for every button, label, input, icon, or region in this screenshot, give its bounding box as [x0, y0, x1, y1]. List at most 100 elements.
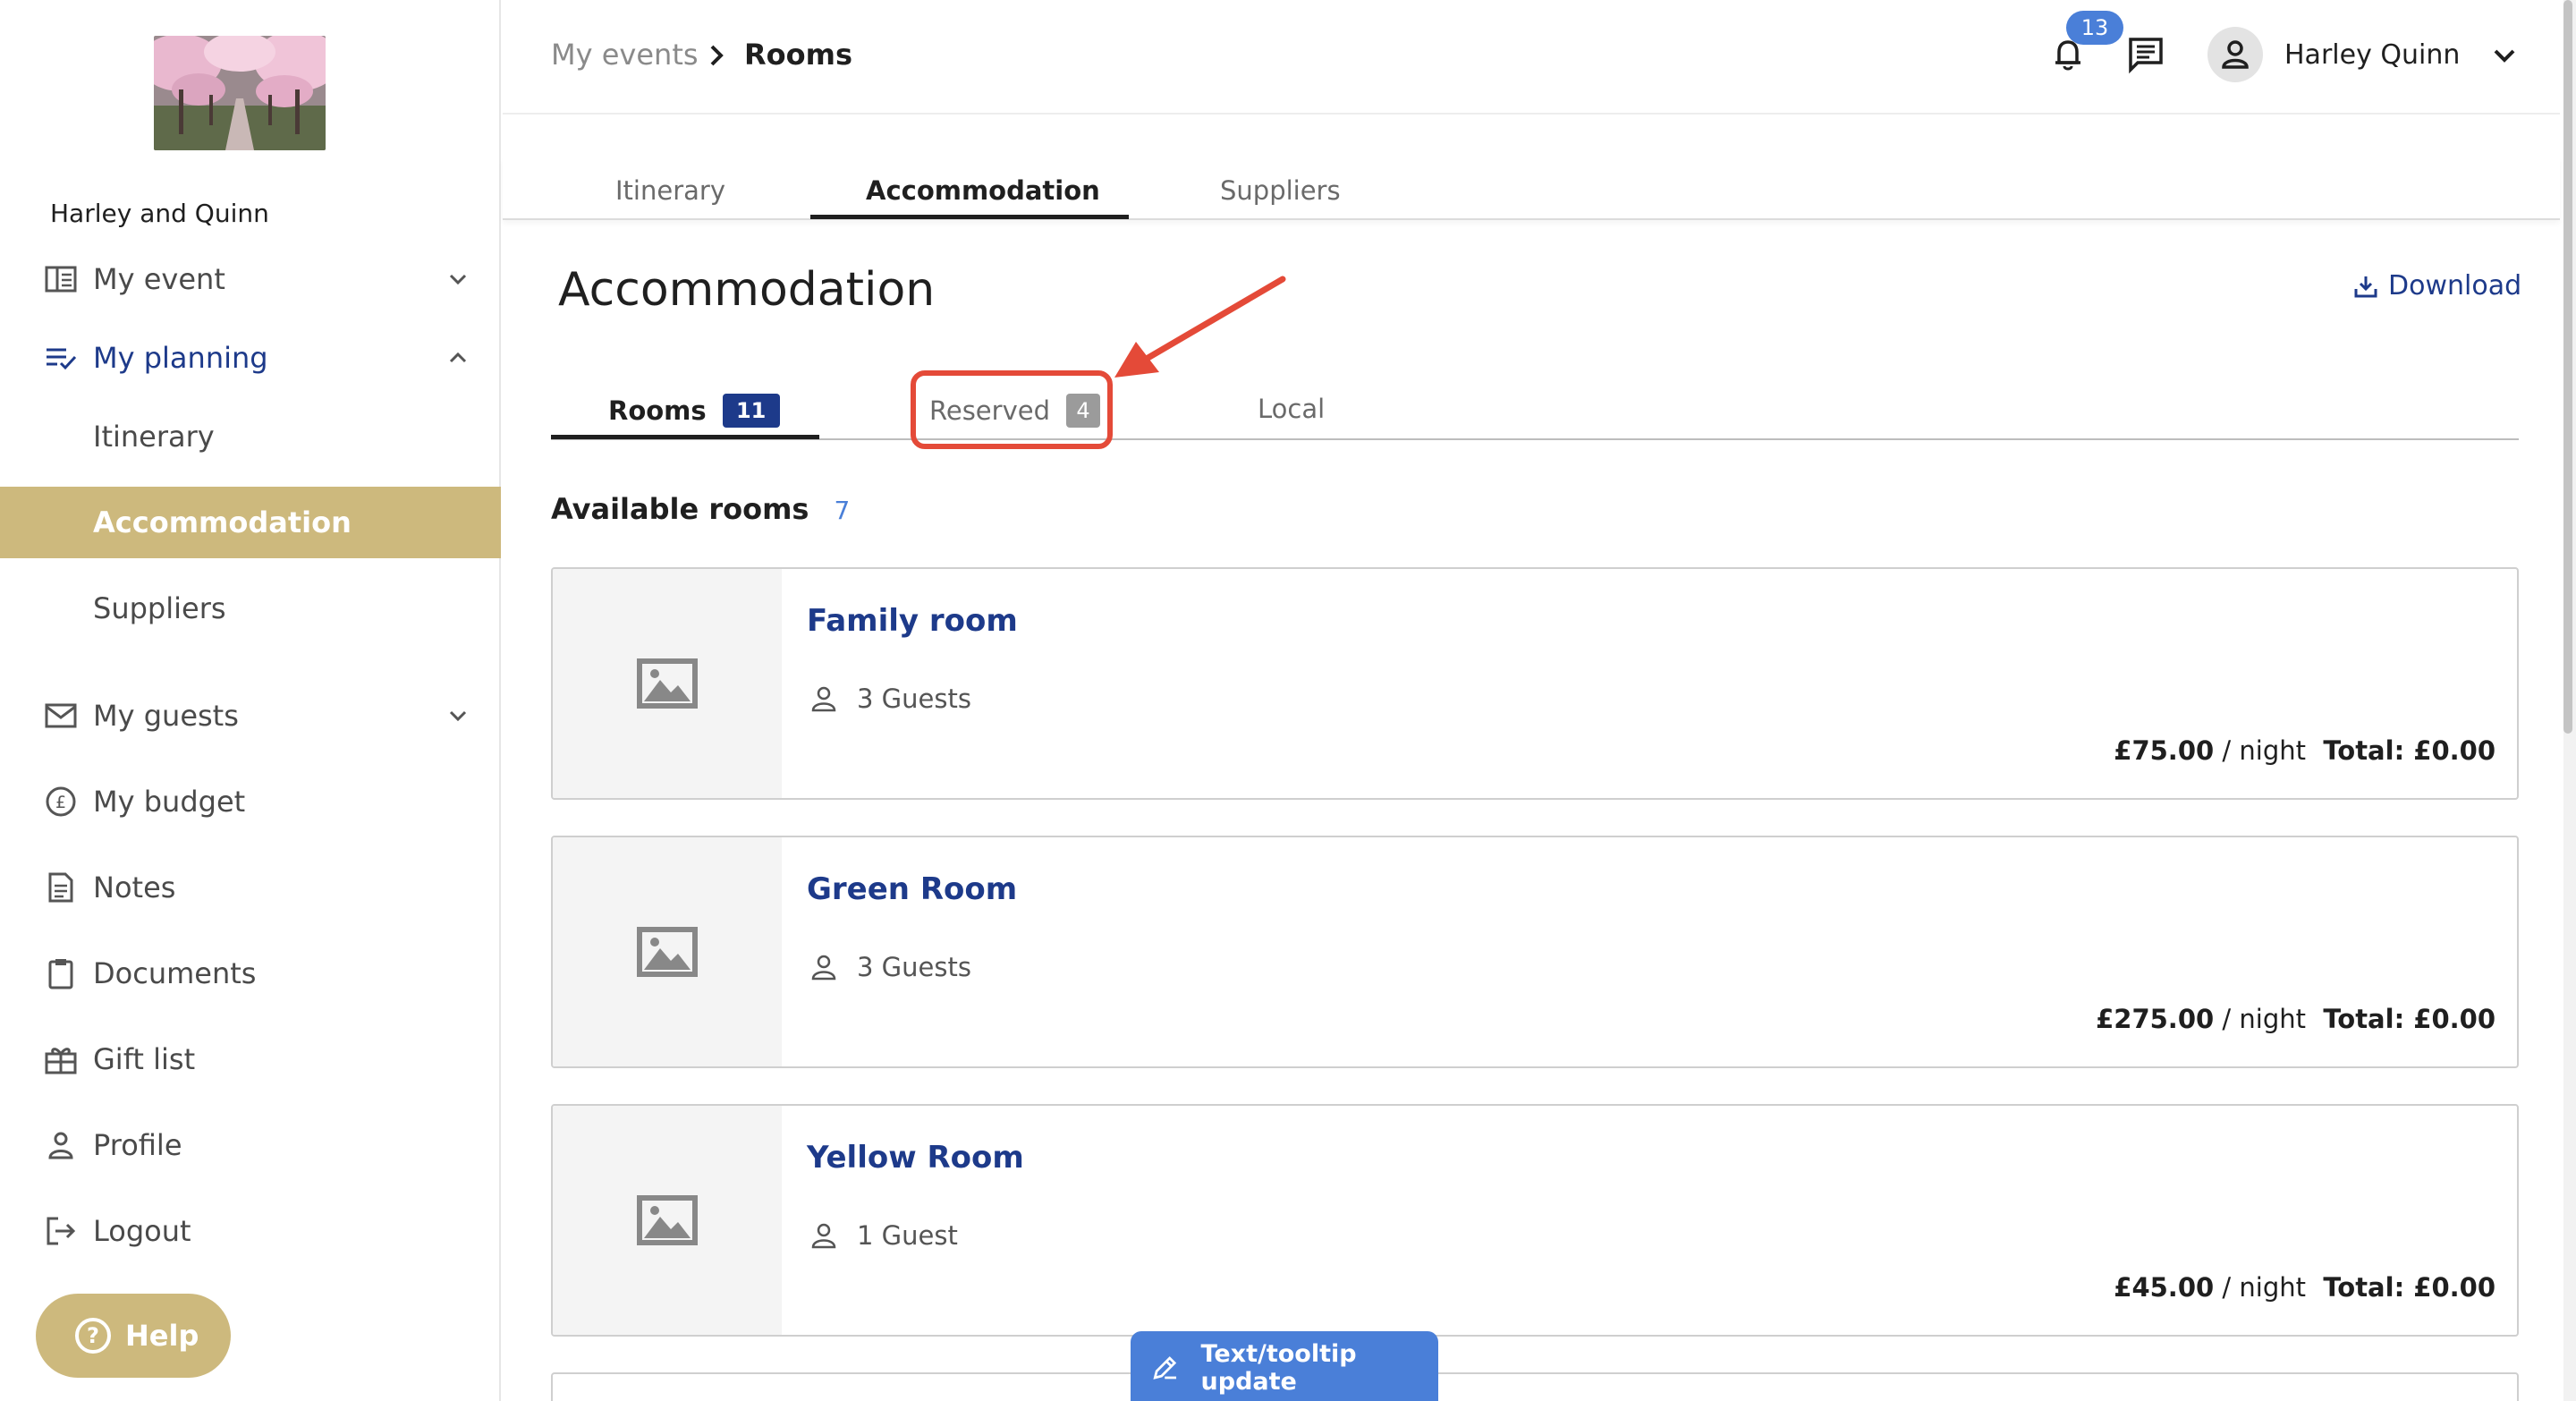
- person-icon: [811, 1223, 836, 1249]
- event-photo[interactable]: [154, 36, 326, 150]
- chevron-down-icon[interactable]: [2488, 39, 2521, 72]
- sidebar-item-label: Notes: [93, 870, 176, 904]
- chevron-down-icon[interactable]: [445, 267, 470, 292]
- rooms-count-badge: 11: [722, 394, 780, 428]
- text-tooltip-update-button[interactable]: Text/tooltip update: [1131, 1331, 1438, 1401]
- person-icon: [811, 955, 836, 981]
- room-card[interactable]: Green Room 3 Guests £275.00 / night Tota…: [551, 836, 2519, 1068]
- sidebar-subitem-suppliers[interactable]: Suppliers: [0, 573, 501, 644]
- sidebar-item-my-event[interactable]: My event: [0, 243, 501, 315]
- question-icon: ?: [75, 1318, 111, 1354]
- room-name[interactable]: Yellow Room: [807, 1140, 1024, 1176]
- tab-accommodation[interactable]: Accommodation: [866, 175, 1100, 206]
- room-price: £275.00 / night: [2096, 1004, 2306, 1034]
- sidebar: Harley and Quinn My event My planning It…: [0, 0, 501, 1401]
- active-tab-indicator: [810, 215, 1129, 219]
- breadcrumb-my-events[interactable]: My events: [551, 38, 699, 72]
- room-card[interactable]: Yellow Room 1 Guest £45.00 / night Total…: [551, 1104, 2519, 1337]
- note-icon: [43, 870, 79, 905]
- user-name[interactable]: Harley Quinn: [2284, 39, 2460, 71]
- price-value: £275.00: [2096, 1004, 2215, 1034]
- room-guests: 3 Guests: [810, 684, 971, 714]
- sidebar-item-logout[interactable]: Logout: [0, 1195, 501, 1267]
- sidebar-item-label: Gift list: [93, 1042, 196, 1076]
- sidebar-subitem-label: Itinerary: [93, 420, 215, 454]
- page-title: Accommodation: [558, 263, 936, 317]
- room-guests-label: 3 Guests: [857, 952, 971, 982]
- room-price: £75.00 / night: [2114, 735, 2306, 766]
- room-total: Total: £0.00: [2323, 1004, 2496, 1034]
- tab-rooms-label: Rooms: [608, 395, 707, 426]
- gift-icon: [43, 1041, 79, 1077]
- book-open-icon: [43, 261, 79, 297]
- sidebar-item-my-guests[interactable]: My guests: [0, 680, 501, 751]
- help-label: Help: [125, 1319, 199, 1353]
- sidebar-item-documents[interactable]: Documents: [0, 938, 501, 1009]
- help-button[interactable]: ? Help: [36, 1294, 231, 1378]
- download-icon: [2354, 276, 2377, 297]
- sidebar-item-notes[interactable]: Notes: [0, 852, 501, 923]
- sidebar-subitem-accommodation[interactable]: Accommodation: [0, 487, 501, 558]
- download-button[interactable]: Download: [2354, 270, 2521, 301]
- tab-rooms[interactable]: Rooms 11: [608, 394, 780, 428]
- envelope-icon: [43, 698, 79, 734]
- breadcrumb-rooms: Rooms: [744, 38, 852, 72]
- room-name[interactable]: Green Room: [807, 871, 1017, 907]
- sidebar-item-gift-list[interactable]: Gift list: [0, 1023, 501, 1095]
- active-subtab-indicator: [551, 435, 819, 439]
- price-unit: / night: [2222, 735, 2306, 766]
- room-card[interactable]: [551, 1372, 2519, 1401]
- room-sub-tabs: Rooms 11 Reserved 4 Local: [551, 376, 2519, 440]
- main-tabs: Itinerary Accommodation Suppliers: [503, 157, 2560, 220]
- sidebar-item-profile[interactable]: Profile: [0, 1109, 501, 1181]
- room-name[interactable]: Family room: [807, 603, 1018, 639]
- price-value: £75.00: [2114, 735, 2215, 766]
- room-price: £45.00 / night: [2114, 1272, 2306, 1303]
- room-guests: 1 Guest: [810, 1220, 958, 1251]
- image-placeholder-icon: [553, 837, 782, 1066]
- sidebar-item-label: My guests: [93, 699, 239, 733]
- chevron-up-icon[interactable]: [445, 345, 470, 370]
- sidebar-item-my-planning[interactable]: My planning: [0, 322, 501, 394]
- room-total: Total: £0.00: [2323, 1272, 2496, 1303]
- sidebar-item-label: My planning: [93, 341, 268, 375]
- sidebar-item-label: Logout: [93, 1214, 191, 1248]
- image-placeholder-icon: [553, 1106, 782, 1335]
- clipboard-icon: [43, 955, 79, 991]
- chevron-down-icon[interactable]: [445, 703, 470, 728]
- tab-suppliers[interactable]: Suppliers: [1220, 175, 1341, 206]
- svg-text:£: £: [55, 793, 66, 812]
- download-label: Download: [2388, 270, 2522, 301]
- section-count: 7: [834, 496, 851, 525]
- tab-itinerary[interactable]: Itinerary: [615, 175, 725, 206]
- room-guests: 3 Guests: [810, 952, 971, 982]
- checklist-icon: [43, 340, 79, 376]
- sidebar-item-label: My event: [93, 262, 225, 296]
- sidebar-subitem-itinerary[interactable]: Itinerary: [0, 401, 501, 472]
- scrollbar-thumb[interactable]: [2563, 0, 2572, 734]
- room-card[interactable]: Family room 3 Guests £75.00 / night Tota…: [551, 567, 2519, 800]
- scrollbar[interactable]: [2563, 0, 2576, 1401]
- event-name: Harley and Quinn: [50, 199, 269, 228]
- sidebar-item-label: Documents: [93, 956, 257, 990]
- pencil-icon: [1153, 1356, 1177, 1380]
- room-guests-label: 1 Guest: [857, 1220, 958, 1251]
- price-value: £45.00: [2114, 1272, 2215, 1303]
- sidebar-item-label: Profile: [93, 1128, 182, 1162]
- price-unit: / night: [2222, 1272, 2306, 1303]
- sidebar-subitem-label: Accommodation: [93, 505, 352, 539]
- notification-badge: 13: [2066, 11, 2123, 45]
- chat-icon[interactable]: [2125, 34, 2166, 75]
- chevron-right-icon: [705, 41, 730, 70]
- sidebar-subitem-label: Suppliers: [93, 591, 226, 625]
- sidebar-item-label: My budget: [93, 785, 246, 819]
- logout-icon: [43, 1213, 79, 1249]
- room-total: Total: £0.00: [2323, 735, 2496, 766]
- avatar[interactable]: [2207, 27, 2263, 82]
- sidebar-item-my-budget[interactable]: £ My budget: [0, 766, 501, 837]
- tab-local-label: Local: [1258, 394, 1326, 424]
- section-title: Available rooms 7: [551, 492, 850, 526]
- tab-local[interactable]: Local: [1258, 394, 1325, 424]
- annotation-highlight-box: [911, 370, 1113, 449]
- pound-coin-icon: £: [43, 784, 79, 819]
